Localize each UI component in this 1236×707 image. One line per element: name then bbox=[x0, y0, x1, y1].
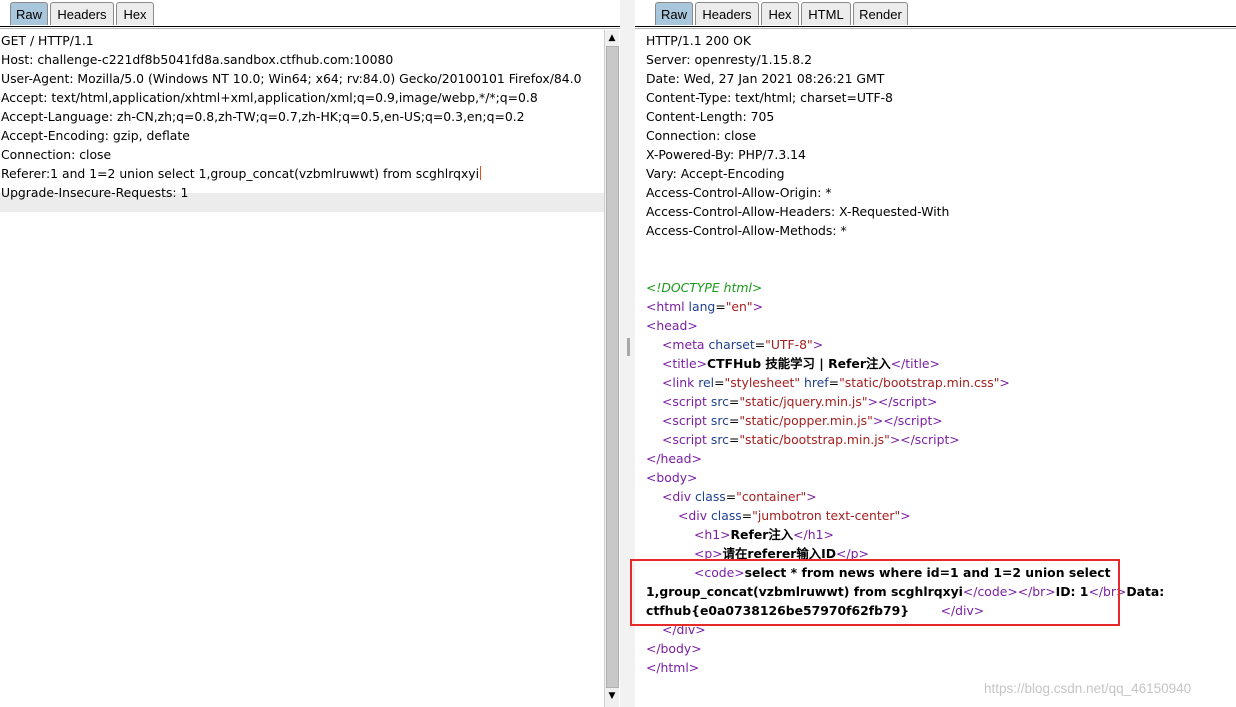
request-tabbar: Raw Headers Hex bbox=[0, 0, 620, 29]
status-line: HTTP/1.1 200 OK bbox=[646, 33, 751, 48]
upgrade-insecure-header: Upgrade-Insecure-Requests: 1 bbox=[1, 185, 189, 200]
html-open-line: <html lang="en"> bbox=[646, 299, 763, 314]
request-tab-raw[interactable]: Raw bbox=[10, 2, 48, 25]
response-tab-html[interactable]: HTML bbox=[801, 2, 851, 25]
referer-header: Referer:1 and 1=2 union select 1,group_c… bbox=[1, 164, 482, 183]
doctype-line: <!DOCTYPE html> bbox=[646, 280, 763, 295]
response-tabbar: Raw Headers Hex HTML Render bbox=[635, 0, 1236, 29]
title-line: <title>CTFHub 技能学习 | Refer注入</title> bbox=[662, 356, 940, 371]
request-pane: Raw Headers Hex GET / HTTP/1.1 Host: cha… bbox=[0, 0, 620, 707]
watermark: https://blog.csdn.net/qq_46150940 bbox=[984, 681, 1192, 696]
content-length-header: Content-Length: 705 bbox=[646, 109, 775, 124]
connection-header: Connection: close bbox=[646, 128, 757, 143]
script-line: <script src="static/jquery.min.js"></scr… bbox=[662, 394, 938, 409]
request-line: GET / HTTP/1.1 bbox=[1, 33, 94, 48]
script-line: <script src="static/popper.min.js"></scr… bbox=[662, 413, 943, 428]
response-tab-hex[interactable]: Hex bbox=[761, 2, 799, 25]
link-line: <link rel="stylesheet" href="static/boot… bbox=[662, 375, 1010, 390]
powered-by-header: X-Powered-By: PHP/7.3.14 bbox=[646, 147, 806, 162]
script-line: <script src="static/bootstrap.min.js"></… bbox=[662, 432, 960, 447]
request-editor[interactable]: GET / HTTP/1.1 Host: challenge-c221df8b5… bbox=[0, 30, 604, 707]
request-scrollbar[interactable]: ▲ ▼ bbox=[604, 30, 619, 707]
scroll-down-arrow-icon[interactable]: ▼ bbox=[606, 690, 618, 702]
server-header: Server: openresty/1.15.8.2 bbox=[646, 52, 812, 67]
jumbotron-div-line: <div class="jumbotron text-center"> bbox=[678, 508, 911, 523]
head-open-line: <head> bbox=[646, 318, 698, 333]
date-header: Date: Wed, 27 Jan 2021 08:26:21 GMT bbox=[646, 71, 885, 86]
highlight-annotation-box bbox=[630, 559, 1120, 626]
accept-header: Accept: text/html,application/xhtml+xml,… bbox=[1, 90, 538, 105]
h1-line: <h1>Refer注入</h1> bbox=[694, 527, 834, 542]
acah-header: Access-Control-Allow-Headers: X-Requeste… bbox=[646, 204, 950, 219]
scroll-up-arrow-icon[interactable]: ▲ bbox=[606, 32, 618, 44]
request-tab-headers[interactable]: Headers bbox=[50, 2, 114, 25]
splitter-grip-icon[interactable] bbox=[627, 338, 630, 356]
meta-line: <meta charset="UTF-8"> bbox=[662, 337, 824, 352]
response-tab-raw[interactable]: Raw bbox=[655, 2, 693, 25]
acam-header: Access-Control-Allow-Methods: * bbox=[646, 223, 847, 238]
content-type-header: Content-Type: text/html; charset=UTF-8 bbox=[646, 90, 893, 105]
accept-language-header: Accept-Language: zh-CN,zh;q=0.8,zh-TW;q=… bbox=[1, 109, 525, 124]
head-close-line: </head> bbox=[646, 451, 702, 466]
body-open-line: <body> bbox=[646, 470, 698, 485]
connection-header: Connection: close bbox=[1, 147, 112, 162]
acao-header: Access-Control-Allow-Origin: * bbox=[646, 185, 832, 200]
html-close-line: </html> bbox=[646, 660, 700, 675]
body-close-line: </body> bbox=[646, 641, 702, 656]
response-tab-render[interactable]: Render bbox=[853, 2, 908, 25]
container-div-line: <div class="container"> bbox=[662, 489, 817, 504]
request-tab-hex[interactable]: Hex bbox=[116, 2, 154, 25]
host-header: Host: challenge-c221df8b5041fd8a.sandbox… bbox=[1, 52, 394, 67]
vary-header: Vary: Accept-Encoding bbox=[646, 166, 785, 181]
scroll-thumb[interactable] bbox=[606, 46, 619, 688]
user-agent-header: User-Agent: Mozilla/5.0 (Windows NT 10.0… bbox=[1, 71, 582, 86]
text-caret bbox=[480, 166, 482, 180]
referer-text: Referer:1 and 1=2 union select 1,group_c… bbox=[1, 166, 480, 181]
accept-encoding-header: Accept-Encoding: gzip, deflate bbox=[1, 128, 190, 143]
response-tab-headers[interactable]: Headers bbox=[695, 2, 759, 25]
